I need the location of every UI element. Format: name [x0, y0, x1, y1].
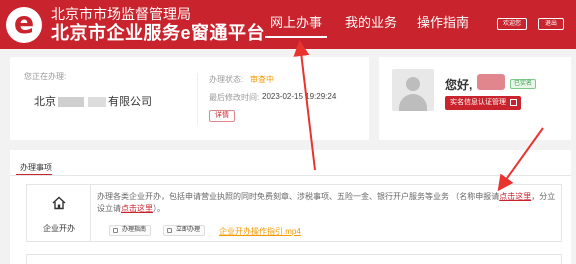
nav-my-business[interactable]: 我的业务	[345, 15, 397, 31]
redacted-block	[88, 97, 106, 108]
service-card-company-setup: 企业开办 办理各类企业开办，包括申请营业执照的同时免费刻章、涉税事项、五险一金、…	[26, 184, 562, 242]
card-icon-box: 企业开办	[27, 185, 91, 241]
tab-tasks[interactable]: 办理事项	[20, 162, 52, 173]
verified-badge: 已实名	[510, 79, 537, 89]
platform-title: 北京市企业服务e窗通平台	[51, 23, 266, 43]
org-name: 北京市市场监督管理局	[51, 6, 191, 22]
name-declare-link[interactable]: 点击这里	[499, 192, 531, 201]
tasks-panel: 办理事项 企业开办 办理各类企业开办，包括申请营业执照的同时免费刻章、涉税事项、…	[10, 150, 571, 264]
card-description: 办理各类企业开办，包括申请营业执照的同时免费刻章、涉税事项、五险一金、银行开户服…	[97, 191, 557, 215]
welcome-button[interactable]: 欢迎您	[497, 18, 527, 30]
detail-button[interactable]: 详情	[209, 110, 235, 122]
edit-icon	[167, 228, 172, 233]
nav-online-services[interactable]: 网上办事	[264, 15, 328, 38]
next-service-card	[26, 254, 562, 264]
company-panel: 您正在办理: 北京 有限公司 办理状态: 审查中 最后修改时间: 2023-02-…	[10, 57, 369, 140]
document-icon	[113, 228, 118, 233]
modified-value: 2023-02-15 19:29:24	[262, 92, 337, 101]
guide-button-label: 办理指南	[122, 227, 147, 233]
split-setup-link[interactable]: 点击这里	[121, 204, 153, 213]
handling-label: 您正在办理:	[24, 72, 67, 81]
home-icon	[52, 196, 66, 210]
status-value: 审查中	[250, 75, 274, 84]
card-title: 企业开办	[43, 224, 75, 233]
panel-divider	[197, 73, 198, 125]
avatar-body	[399, 94, 427, 111]
real-name-auth-button[interactable]: 实名信息认证管理	[445, 96, 521, 110]
video-guide-link[interactable]: 企业开办操作指引.mp4	[219, 226, 301, 237]
logout-button[interactable]: 退出	[538, 18, 564, 30]
avatar	[392, 69, 434, 111]
modified-label: 最后修改时间:	[209, 93, 260, 102]
real-name-auth-label: 实名信息认证管理	[450, 99, 506, 106]
avatar-head	[406, 77, 420, 91]
greeting: 您好,	[445, 78, 473, 92]
redacted-block	[58, 97, 84, 108]
tab-divider	[10, 175, 571, 176]
guide-button[interactable]: 办理指南	[109, 225, 152, 236]
redacted-username	[477, 74, 505, 90]
top-header: e 北京市市场监督管理局 北京市企业服务e窗通平台 网上办事 我的业务 操作指南…	[0, 0, 576, 49]
company-name-suffix: 有限公司	[108, 96, 152, 108]
apply-button-label: 立即办理	[176, 227, 201, 233]
company-name: 北京 有限公司	[34, 93, 152, 109]
desc-main: 办理各类企业开办，包括申请营业执照的同时免费刻章、涉税事项、五险一金、银行开户服…	[97, 192, 500, 201]
external-link-icon	[510, 99, 517, 106]
company-name-prefix: 北京	[34, 96, 56, 108]
apply-now-button[interactable]: 立即办理	[163, 225, 206, 236]
logo-icon: e	[6, 7, 42, 43]
status-label: 办理状态:	[209, 75, 244, 84]
page: e 北京市市场监督管理局 北京市企业服务e窗通平台 网上办事 我的业务 操作指南…	[0, 0, 576, 264]
desc-end: ）。	[153, 204, 165, 213]
nav-guide[interactable]: 操作指南	[417, 15, 469, 31]
user-panel: 您好, 已实名 实名信息认证管理	[379, 57, 571, 140]
